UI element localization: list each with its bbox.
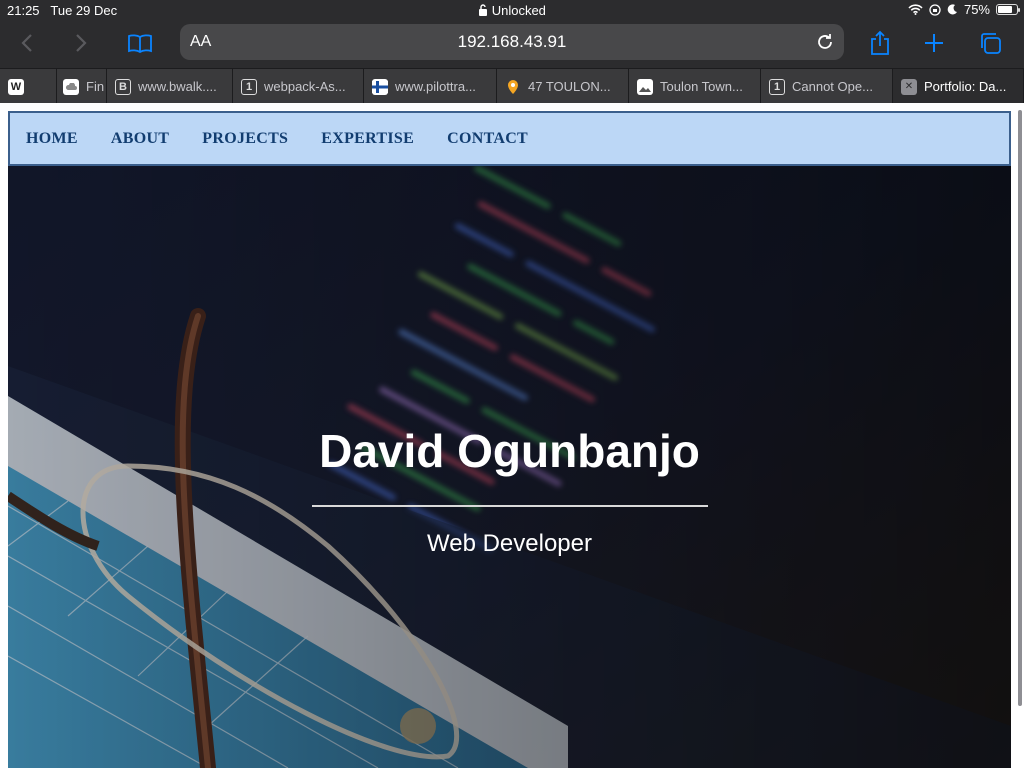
share-button[interactable] <box>864 28 896 58</box>
image-icon <box>637 78 653 95</box>
browser-tab[interactable]: Toulon Town... <box>629 69 761 104</box>
lock-icon <box>479 4 488 16</box>
url-text[interactable]: 192.168.43.91 <box>180 32 844 52</box>
wifi-icon <box>908 4 923 15</box>
onepassword-icon: 1 <box>241 78 257 95</box>
new-tab-button[interactable] <box>918 28 950 58</box>
onepassword-icon: 1 <box>769 78 785 95</box>
nav-expertise[interactable]: EXPERTISE <box>321 130 414 148</box>
browser-toolbar: AA 192.168.43.91 <box>0 20 1024 68</box>
chevron-right-icon <box>76 34 87 52</box>
browser-tab[interactable]: 1 Cannot Ope... <box>761 69 893 104</box>
close-tab-icon[interactable]: ✕ <box>901 78 917 95</box>
forward-button[interactable] <box>65 28 97 58</box>
nav-contact[interactable]: CONTACT <box>447 130 528 148</box>
wikipedia-icon: W <box>8 78 24 95</box>
hero-title: David Ogunbanjo <box>319 425 700 477</box>
moon-icon <box>947 4 957 15</box>
reload-icon[interactable] <box>814 31 836 53</box>
tab-overview-button[interactable] <box>974 28 1006 58</box>
web-content: HOME ABOUT PROJECTS EXPERTISE CONTACT Da… <box>0 103 1024 768</box>
browser-tab[interactable]: B www.bwalk.... <box>107 69 233 104</box>
map-pin-icon <box>508 79 518 94</box>
book-icon <box>128 34 152 53</box>
page-scrollbar[interactable] <box>1018 110 1022 706</box>
browser-tab[interactable]: 1 webpack-As... <box>233 69 364 104</box>
site-navbar: HOME ABOUT PROJECTS EXPERTISE CONTACT <box>8 111 1011 166</box>
status-bar: 21:25 Tue 29 Dec Unlocked 75% <box>0 0 1024 20</box>
browser-tab[interactable]: www.pilottra... <box>364 69 497 104</box>
share-icon <box>871 30 889 55</box>
tab-strip: W Fin B www.bwalk.... 1 webpack-As... ww… <box>0 68 1024 104</box>
battery-icon <box>996 4 1020 15</box>
b-icon: B <box>115 78 131 95</box>
lock-status: Unlocked <box>0 3 1024 18</box>
browser-tab-active[interactable]: ✕ Portfolio: Da... <box>893 69 1024 104</box>
cloud-icon <box>63 78 79 95</box>
browser-tab[interactable]: Fin <box>57 69 107 104</box>
address-bar[interactable]: AA 192.168.43.91 <box>180 24 844 60</box>
bookmarks-button[interactable] <box>124 28 156 58</box>
browser-tab[interactable]: 47 TOULON... <box>497 69 629 104</box>
browser-tab[interactable]: W <box>0 69 57 104</box>
chevron-left-icon <box>21 34 32 52</box>
battery-percent: 75% <box>963 2 990 17</box>
plus-icon <box>925 34 943 52</box>
nav-home[interactable]: HOME <box>26 130 78 148</box>
hero-divider <box>312 505 708 507</box>
finland-flag-icon <box>372 78 388 95</box>
hero-section: David Ogunbanjo Web Developer <box>8 166 1011 768</box>
back-button[interactable] <box>11 28 43 58</box>
tabs-icon <box>981 33 1001 54</box>
nav-about[interactable]: ABOUT <box>111 130 169 148</box>
hero-subtitle: Web Developer <box>427 530 592 557</box>
orientation-lock-icon <box>929 3 941 16</box>
nav-projects[interactable]: PROJECTS <box>202 130 288 148</box>
